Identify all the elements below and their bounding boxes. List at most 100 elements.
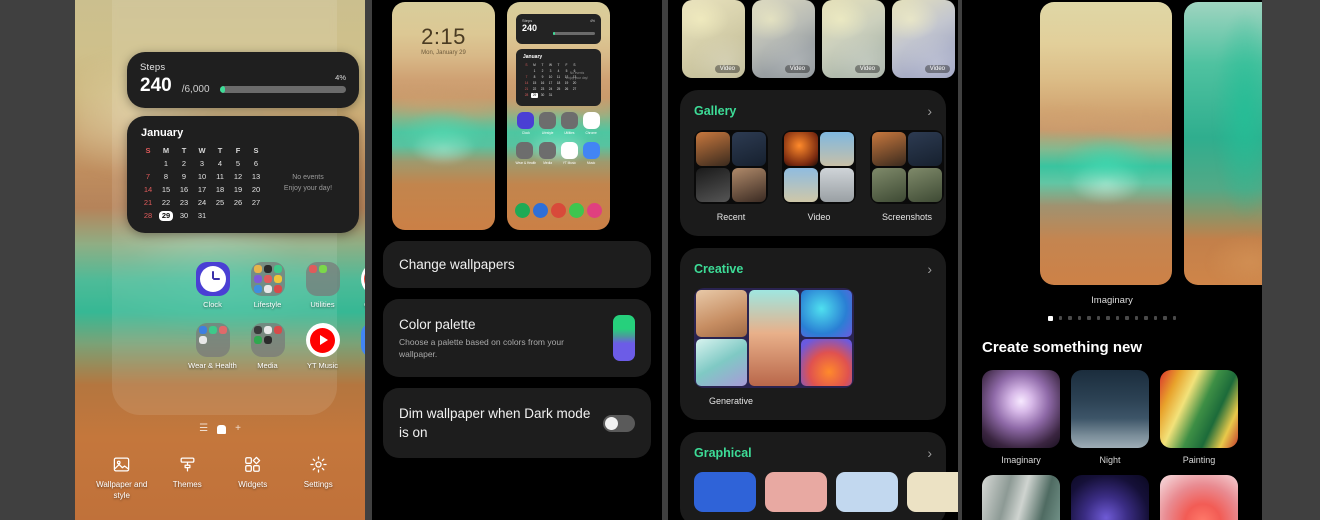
calendar-day-cell[interactable]: 17 xyxy=(195,185,209,195)
calendar-day-cell[interactable]: 2 xyxy=(177,159,191,169)
calendar-day-cell[interactable]: 20 xyxy=(249,185,263,195)
calendar-day-cell[interactable]: 10 xyxy=(195,172,209,182)
calendar-day-cell[interactable]: 9 xyxy=(177,172,191,182)
create-tile-painting[interactable]: Painting xyxy=(1160,369,1238,465)
calendar-day-cell[interactable]: 16 xyxy=(539,81,546,86)
nav-item-wallpaper-and-style[interactable]: Wallpaper and style xyxy=(91,455,153,501)
calendar-day-cell[interactable]: 22 xyxy=(531,87,538,92)
whatsapp-icon[interactable] xyxy=(569,203,584,218)
calendar-day-cell[interactable]: 28 xyxy=(141,211,155,221)
app-icon-media[interactable]: Media xyxy=(240,323,295,370)
calendar-day-cell[interactable]: 25 xyxy=(555,87,562,92)
calendar-day-cell[interactable]: 23 xyxy=(539,87,546,92)
carousel-dot[interactable] xyxy=(1115,316,1119,320)
app-icon-lifestyle[interactable]: Lifestyle xyxy=(240,262,295,309)
dim-wallpaper-item[interactable]: Dim wallpaper when Dark mode is on xyxy=(383,388,651,458)
calendar-day-cell[interactable]: 24 xyxy=(195,198,209,208)
home-icon[interactable] xyxy=(217,424,227,434)
calendar-day-cell[interactable]: 19 xyxy=(231,185,245,195)
calendar-day-cell[interactable]: 31 xyxy=(195,211,209,221)
calendar-widget[interactable]: January SMTWTFS.123456789101112131415161… xyxy=(127,116,359,233)
carousel-dot[interactable] xyxy=(1125,316,1129,320)
create-tile-night[interactable]: Night xyxy=(1071,369,1149,465)
wallpaper-carousel[interactable] xyxy=(962,0,1262,285)
calendar-day-cell[interactable]: 27 xyxy=(571,87,578,92)
carousel-wallpaper-current[interactable] xyxy=(1040,2,1172,285)
carousel-dot[interactable] xyxy=(1106,316,1110,320)
phone-icon[interactable] xyxy=(515,203,530,218)
chevron-right-icon[interactable]: › xyxy=(927,262,932,276)
app-icon-utilities[interactable]: Utilities xyxy=(295,262,350,309)
app-icon-yt-music[interactable]: YT Music xyxy=(295,323,350,370)
generative-tile[interactable]: Generative xyxy=(694,288,854,406)
carousel-dot[interactable] xyxy=(1144,316,1148,320)
list-icon[interactable]: ☰ xyxy=(199,424,208,434)
calendar-day-cell[interactable]: 4 xyxy=(213,159,227,169)
calendar-day-cell[interactable]: 26 xyxy=(563,87,570,92)
messages-icon[interactable] xyxy=(533,203,548,218)
carousel-dot[interactable] xyxy=(1163,316,1167,320)
chevron-right-icon[interactable]: › xyxy=(927,446,932,460)
calendar-day-cell[interactable]: 24 xyxy=(547,87,554,92)
create-tile[interactable] xyxy=(982,474,1060,520)
calendar-day-cell[interactable]: 15 xyxy=(531,81,538,86)
calendar-day-cell[interactable]: 17 xyxy=(547,81,554,86)
carousel-dot[interactable] xyxy=(1087,316,1091,320)
gallery-tile[interactable]: Video xyxy=(782,130,856,222)
calendar-day-cell[interactable]: 3 xyxy=(195,159,209,169)
carousel-dot[interactable] xyxy=(1077,316,1081,320)
calendar-day-cell[interactable]: 18 xyxy=(555,81,562,86)
steps-widget[interactable]: Steps 240 /6,000 4% xyxy=(127,52,359,108)
calendar-day-cell[interactable]: 30 xyxy=(539,93,546,98)
calendar-day-cell[interactable]: 15 xyxy=(159,185,173,195)
calendar-day-cell[interactable]: 9 xyxy=(539,75,546,80)
carousel-dot[interactable] xyxy=(1153,316,1157,320)
calendar-day-cell[interactable]: 2 xyxy=(539,69,546,74)
calendar-day-cell[interactable]: 31 xyxy=(547,93,554,98)
nav-item-settings[interactable]: Settings xyxy=(287,455,349,501)
calendar-day-cell[interactable]: 1 xyxy=(531,69,538,74)
nav-item-themes[interactable]: Themes xyxy=(156,455,218,501)
calendar-day-cell[interactable]: 1 xyxy=(159,159,173,169)
calendar-day-cell[interactable]: 20 xyxy=(571,81,578,86)
calendar-day-cell[interactable]: 6 xyxy=(249,159,263,169)
app-icon-chrome[interactable]: Chrome xyxy=(350,262,365,309)
create-tile[interactable] xyxy=(1071,474,1149,520)
gallery-tile[interactable]: Screenshots xyxy=(870,130,944,222)
calendar-day-cell[interactable]: 25 xyxy=(213,198,227,208)
camera-icon[interactable] xyxy=(587,203,602,218)
app-icon-wear-health[interactable]: Wear & Health xyxy=(185,323,240,370)
graphical-tile[interactable] xyxy=(765,472,827,512)
gallery-tile[interactable]: Recent xyxy=(694,130,768,222)
chevron-right-icon[interactable]: › xyxy=(927,104,932,118)
graphical-tile[interactable] xyxy=(907,472,958,512)
video-wallpaper-thumb[interactable]: Video xyxy=(752,0,815,78)
calendar-day-cell[interactable]: 18 xyxy=(213,185,227,195)
calendar-day-cell[interactable]: 10 xyxy=(547,75,554,80)
carousel-dot[interactable] xyxy=(1096,316,1100,320)
calendar-day-cell[interactable]: 12 xyxy=(231,172,245,182)
app-icon-clock[interactable]: Clock xyxy=(185,262,240,309)
calendar-day-cell[interactable]: 3 xyxy=(547,69,554,74)
calendar-day-cell[interactable]: 8 xyxy=(159,172,173,182)
calendar-day-cell[interactable]: 19 xyxy=(563,81,570,86)
create-tile[interactable] xyxy=(1160,474,1238,520)
carousel-dot[interactable] xyxy=(1048,316,1053,321)
calendar-day-cell[interactable]: 21 xyxy=(141,198,155,208)
calendar-day-cell[interactable]: 23 xyxy=(177,198,191,208)
app-icon-music[interactable]: ♪Music xyxy=(350,323,365,370)
palette-swatch-preview[interactable] xyxy=(613,315,635,361)
video-wallpaper-thumb[interactable]: Video xyxy=(892,0,955,78)
calendar-day-cell[interactable]: 5 xyxy=(231,159,245,169)
graphical-tile[interactable] xyxy=(836,472,898,512)
calendar-day-cell[interactable]: 29 xyxy=(531,93,538,98)
carousel-dot[interactable] xyxy=(1134,316,1138,320)
calendar-day-cell[interactable]: 28 xyxy=(523,93,530,98)
gmail-icon[interactable] xyxy=(551,203,566,218)
nav-item-widgets[interactable]: Widgets xyxy=(222,455,284,501)
calendar-day-cell[interactable]: 11 xyxy=(213,172,227,182)
calendar-day-cell[interactable]: 13 xyxy=(249,172,263,182)
video-wallpaper-thumb[interactable]: Video xyxy=(682,0,745,78)
color-palette-item[interactable]: Color palette Choose a palette based on … xyxy=(383,299,651,377)
calendar-day-cell[interactable]: 26 xyxy=(231,198,245,208)
